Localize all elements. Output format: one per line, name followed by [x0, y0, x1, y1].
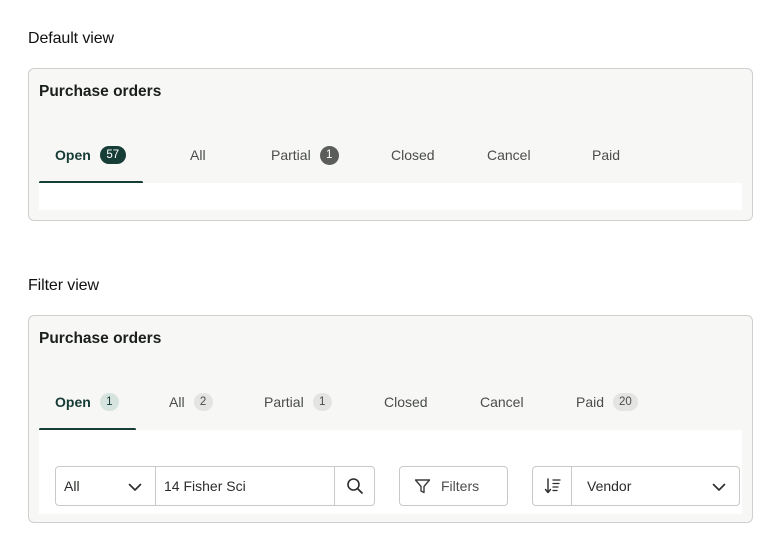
sort-field-value: Vendor	[587, 478, 632, 494]
purchase-orders-card-default: Purchase orders Open 57 All Partial 1 Cl…	[28, 68, 753, 221]
sort-field-select[interactable]: Vendor	[571, 466, 740, 506]
tab-label: Closed	[384, 394, 428, 410]
tab-open[interactable]: Open 57	[55, 127, 126, 183]
tab-label: Partial	[271, 147, 311, 163]
purchase-orders-card-filter: Purchase orders Open 1 All 2 Partial 1 C…	[28, 315, 753, 523]
scope-select-value: All	[64, 478, 80, 494]
tab-bar: Open 1 All 2 Partial 1 Closed Cancel Pai…	[39, 374, 742, 431]
tab-count-badge: 57	[99, 146, 126, 164]
card-title: Purchase orders	[39, 83, 162, 100]
filters-button[interactable]: Filters	[399, 466, 508, 506]
search-button[interactable]	[334, 466, 375, 506]
tab-label: Paid	[592, 147, 621, 163]
tab-label: Cancel	[480, 394, 524, 410]
tab-open[interactable]: Open 1	[55, 374, 119, 430]
chevron-down-icon	[712, 483, 726, 491]
tab-content-panel: All Filters Vendor	[39, 430, 742, 514]
tab-partial[interactable]: Partial 1	[264, 374, 332, 430]
tab-label: All	[190, 147, 206, 163]
tab-count-badge: 2	[193, 393, 213, 411]
sort-direction-button[interactable]	[532, 466, 573, 506]
tab-closed[interactable]: Closed	[384, 374, 428, 430]
tab-partial[interactable]: Partial 1	[271, 127, 339, 183]
tab-label: Open	[55, 147, 91, 163]
card-title: Purchase orders	[39, 330, 162, 347]
scope-select[interactable]: All	[55, 466, 156, 506]
tab-label: Partial	[264, 394, 304, 410]
search-input[interactable]	[155, 466, 335, 506]
filters-button-label: Filters	[441, 478, 480, 494]
tab-count-badge: 1	[319, 145, 339, 165]
tab-paid[interactable]: Paid 20	[576, 374, 638, 430]
tab-closed[interactable]: Closed	[391, 127, 435, 183]
tab-label: Open	[55, 394, 91, 410]
tab-label: Closed	[391, 147, 435, 163]
tab-cancel[interactable]: Cancel	[487, 127, 531, 183]
tab-label: All	[169, 394, 185, 410]
tab-label: Paid	[576, 394, 605, 410]
tab-all[interactable]: All	[190, 127, 206, 183]
tab-count-badge: 1	[312, 393, 332, 411]
chevron-down-icon	[128, 483, 142, 491]
tab-label: Cancel	[487, 147, 531, 163]
filter-view-heading: Filter view	[28, 277, 99, 294]
tab-cancel[interactable]: Cancel	[480, 374, 524, 430]
tab-bar: Open 57 All Partial 1 Closed Cancel Paid	[39, 127, 742, 184]
tab-paid[interactable]: Paid	[592, 127, 620, 183]
default-view-heading: Default view	[28, 30, 114, 47]
tab-count-badge: 1	[99, 393, 119, 411]
tab-count-badge: 20	[613, 393, 638, 411]
search-icon	[346, 478, 363, 494]
tab-all[interactable]: All 2	[169, 374, 213, 430]
tab-content-panel	[39, 183, 742, 210]
sort-icon	[544, 478, 561, 494]
filter-icon	[414, 478, 431, 493]
